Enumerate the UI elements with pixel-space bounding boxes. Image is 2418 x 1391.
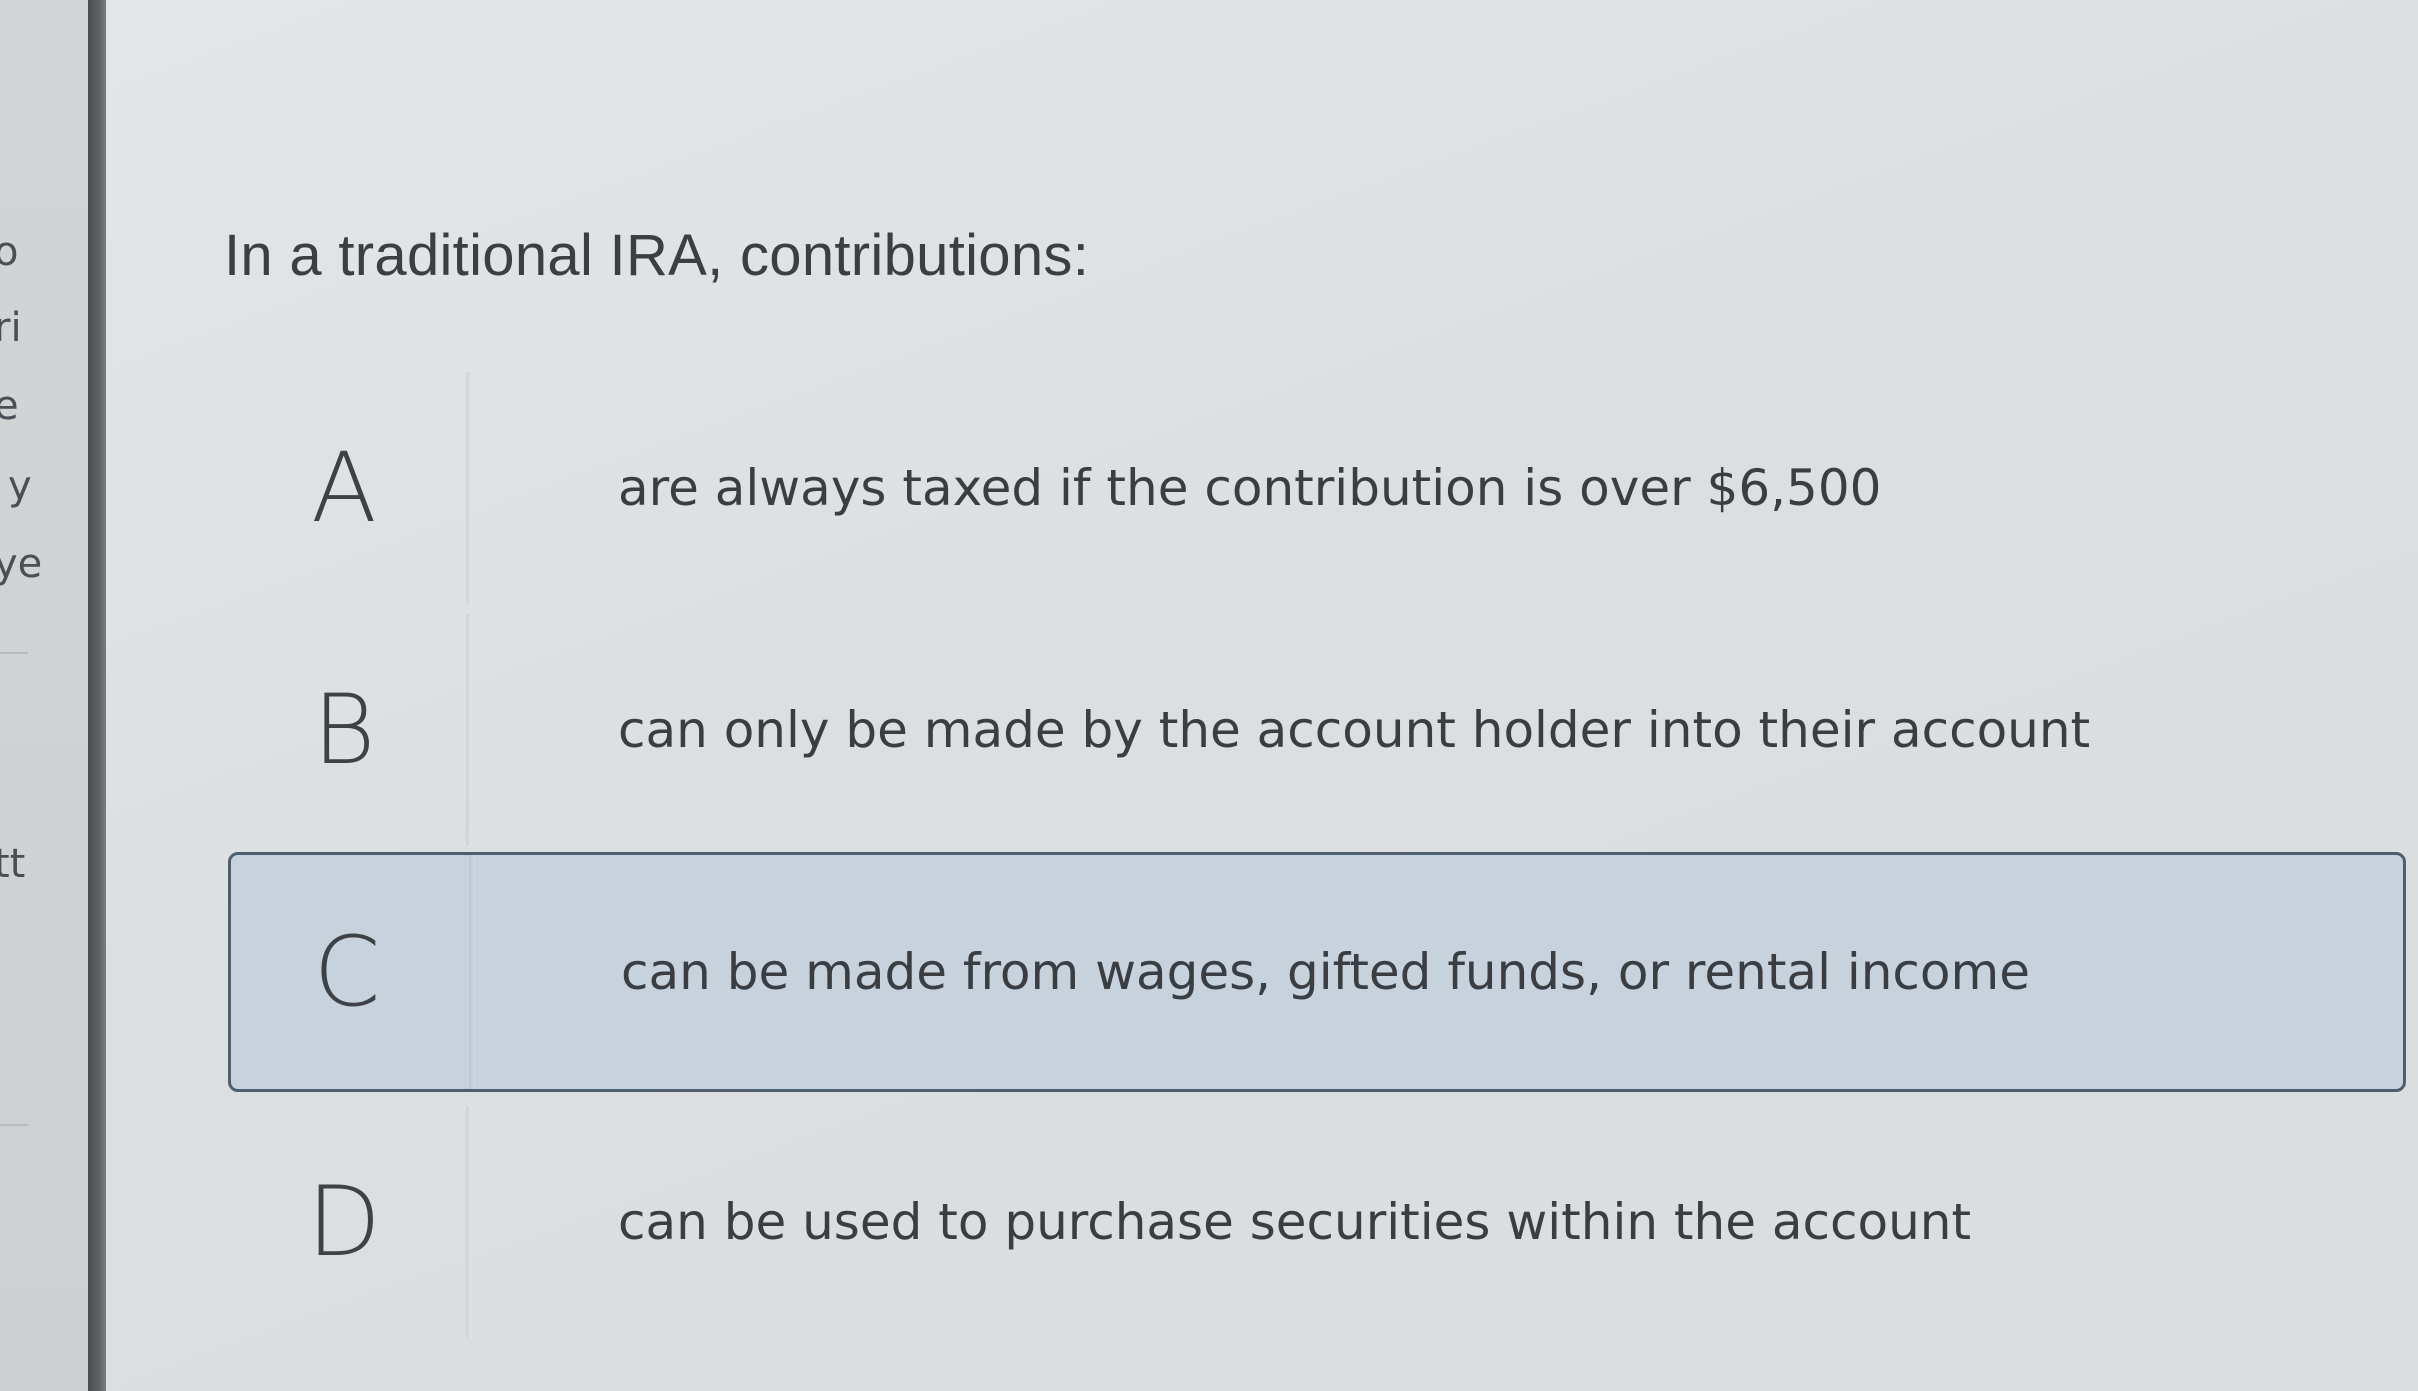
left-panel-fragment: e xyxy=(0,383,19,429)
answer-option-d[interactable]: D can be used to purchase securities wit… xyxy=(228,1106,2406,1338)
option-letter: D xyxy=(307,1166,381,1278)
question-text: In a traditional IRA, contributions: xyxy=(224,223,1090,288)
option-text: can be used to purchase securities withi… xyxy=(618,1193,1972,1251)
left-panel-fragment: y xyxy=(8,463,32,509)
left-panel-fragment: ye xyxy=(0,541,43,587)
option-divider xyxy=(466,372,472,604)
option-text: can be made from wages, gifted funds, or… xyxy=(621,943,2030,1001)
option-divider xyxy=(469,855,475,1089)
answer-option-c[interactable]: C can be made from wages, gifted funds, … xyxy=(228,852,2406,1092)
panel-separator-bar xyxy=(88,0,106,1391)
option-text: can only be made by the account holder i… xyxy=(618,701,2091,759)
left-panel-divider xyxy=(0,1124,28,1126)
option-text: are always taxed if the contribution is … xyxy=(618,459,1882,517)
option-divider xyxy=(466,614,472,846)
answer-option-b[interactable]: B can only be made by the account holder… xyxy=(228,614,2406,846)
left-side-panel: o ri e y ye tt xyxy=(0,0,92,1391)
answer-option-a[interactable]: A are always taxed if the contribution i… xyxy=(228,372,2406,604)
left-panel-fragment: o xyxy=(0,229,19,275)
left-panel-fragment: ri xyxy=(0,305,22,351)
left-panel-fragment: tt xyxy=(0,841,26,887)
question-content-area: In a traditional IRA, contributions: A a… xyxy=(106,0,2418,1391)
option-letter: A xyxy=(311,432,377,544)
option-letter: B xyxy=(312,674,376,786)
option-divider xyxy=(466,1106,472,1338)
option-letter: C xyxy=(313,916,381,1028)
left-panel-divider xyxy=(0,652,28,654)
